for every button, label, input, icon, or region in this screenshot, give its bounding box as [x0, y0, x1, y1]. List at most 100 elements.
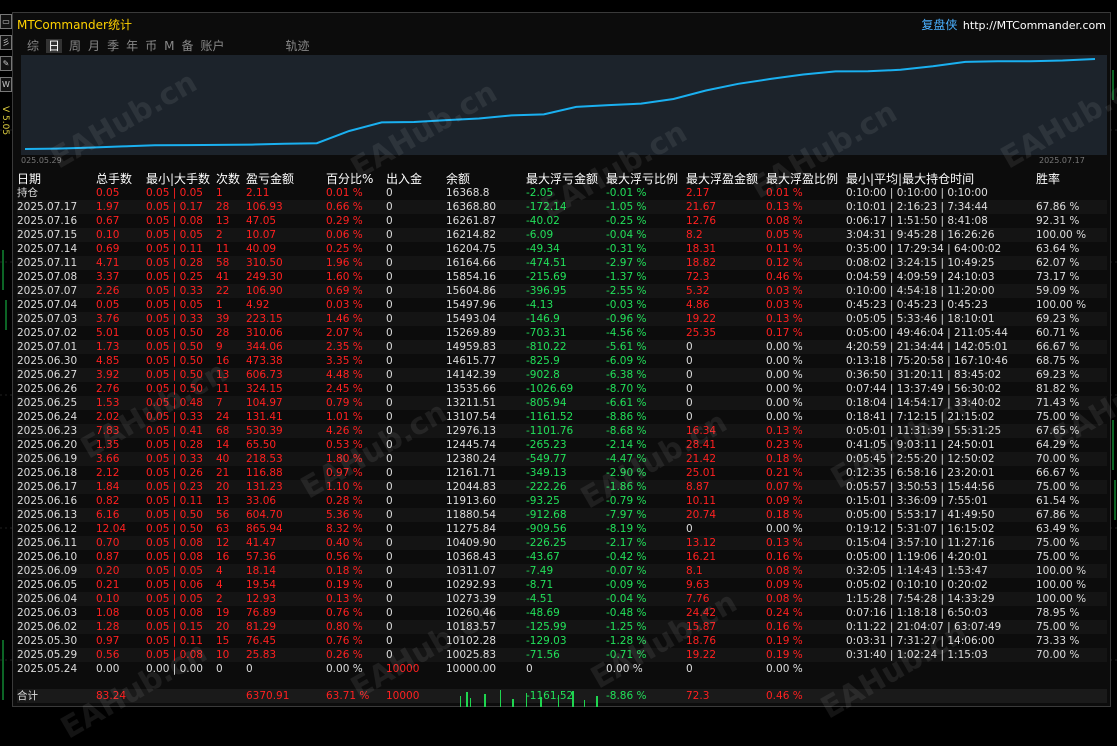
cell-max-float-profit: 15.87	[686, 621, 717, 633]
cell-max-float-profit: 12.76	[686, 215, 717, 227]
tab-1[interactable]: 日	[46, 39, 63, 53]
table-row: 2025.06.23 7.83 0.05 | 0.41 68 530.39 4.26 % 0…	[17, 424, 1107, 438]
cell-max-float-loss: -172.14	[526, 201, 567, 213]
cell-max-float-loss-pct: -0.01 %	[606, 187, 647, 199]
cell-max-float-loss: -7.49	[526, 565, 554, 577]
table-row: 2025.07.17 1.97 0.05 | 0.17 28 106.93 0.66 % 0…	[17, 200, 1107, 214]
header-max-float-loss-pct[interactable]: 最大浮亏比例	[606, 172, 684, 186]
table-row: 2025.07.14 0.69 0.05 | 0.11 11 40.09 0.25 % 0 1…	[17, 242, 1107, 256]
cell-max-float-loss: -825.9	[526, 355, 560, 367]
cell-max-float-loss-pct: -0.96 %	[606, 313, 647, 325]
cell-balance: 15497.96	[446, 299, 497, 311]
cell-balance: 15493.04	[446, 313, 497, 325]
cell-max-float-profit-pct: 0.03 %	[766, 285, 803, 297]
cell-total-lots: 0.69	[96, 243, 120, 255]
cell-total-lots: 2.76	[96, 383, 120, 395]
cell-pct: 0.26 %	[326, 649, 363, 661]
cell-max-float-profit: 16.34	[686, 425, 717, 437]
cell-deposit: 0	[386, 215, 393, 227]
cell-max-float-profit: 13.12	[686, 537, 717, 549]
table-header: 日期 总手数 最小|大手数 次数 盈亏金额 百分比% 出入金 余额 最大浮亏金额 最大浮亏比例 最大…	[17, 172, 1107, 186]
cell-count: 14	[216, 439, 230, 451]
cell-deposit: 0	[386, 257, 393, 269]
cell-count: 12	[216, 537, 230, 549]
tab-6[interactable]: 币	[145, 39, 157, 53]
cell-pl-amount: 57.36	[246, 551, 277, 563]
cell-max-float-loss: -4.13	[526, 299, 554, 311]
tab-8[interactable]: 备	[181, 39, 193, 53]
cell-date: 2025.05.29	[17, 649, 78, 661]
header-date[interactable]: 日期	[17, 172, 95, 186]
header-balance[interactable]: 余额	[446, 172, 524, 186]
cell-hold-time: 0:32:05 | 1:14:43 | 1:53:47	[846, 565, 988, 577]
tab-4[interactable]: 季	[107, 39, 119, 53]
cell-max-float-profit: 28.41	[686, 439, 717, 451]
tab-track[interactable]: 轨迹	[286, 39, 310, 53]
cell-total-lots: 0.56	[96, 649, 120, 661]
cell-max-float-profit: 18.76	[686, 635, 717, 647]
cell-count: 4	[216, 579, 223, 591]
header-max-float-profit[interactable]: 最大浮盈金额	[686, 172, 764, 186]
cell-pct: 0.53 %	[326, 439, 363, 451]
cell-deposit: 0	[386, 201, 393, 213]
cell-pct: 0.13 %	[326, 593, 363, 605]
tab-0[interactable]: 综	[27, 39, 39, 53]
cell-hold-time: 0:35:00 | 17:29:34 | 64:00:02	[846, 243, 1002, 255]
cell-min-max-lots: 0.05 | 0.05	[146, 187, 203, 199]
table-row: 2025.07.15 0.10 0.05 | 0.05 2 10.07 0.06 % 0 16…	[17, 228, 1107, 242]
cell-win-rate: 78.95 %	[1036, 607, 1080, 619]
tab-2[interactable]: 周	[69, 39, 81, 53]
edit-tool-icon[interactable]: ✎	[0, 56, 12, 71]
header-max-float-profit-pct[interactable]: 最大浮盈比例	[766, 172, 844, 186]
cell-deposit: 0	[386, 579, 393, 591]
rect-tool-icon[interactable]: ▭	[0, 14, 12, 29]
tab-7[interactable]: M	[164, 39, 174, 53]
cell-balance: 14615.77	[446, 355, 497, 367]
tab-9[interactable]: 账户	[200, 39, 224, 53]
brand-url[interactable]: http://MTCommander.com	[963, 19, 1106, 32]
cell-hold-time: 0:05:57 | 3:50:53 | 15:44:56	[846, 481, 995, 493]
cell-deposit: 0	[386, 439, 393, 451]
cell-count: 13	[216, 215, 230, 227]
brand[interactable]: 复盘侠 http://MTCommander.com	[921, 16, 1106, 33]
table-row: 2025.07.03 3.76 0.05 | 0.33 39 223.15 1.46 % 0…	[17, 312, 1107, 326]
tab-5[interactable]: 年	[126, 39, 138, 53]
total-label: 合计	[17, 690, 38, 702]
cell-max-float-profit-pct: 0.00 %	[766, 341, 803, 353]
label-tool-icon[interactable]: W	[0, 77, 12, 92]
cell-count: 28	[216, 327, 230, 339]
cell-max-float-profit-pct: 0.18 %	[766, 453, 803, 465]
cell-deposit: 0	[386, 383, 393, 395]
table-row: 2025.06.09 0.20 0.05 | 0.05 4 18.14 0.18 % 0 10…	[17, 564, 1107, 578]
cell-pct: 1.01 %	[326, 411, 363, 423]
cell-total-lots: 1.35	[96, 439, 120, 451]
stats-panel: MTCommander统计 复盘侠 http://MTCommander.com…	[12, 12, 1117, 746]
header-hold-time[interactable]: 最小|平均|最大持仓时间	[846, 172, 1034, 186]
cell-deposit: 0	[386, 313, 393, 325]
cell-pct: 0.01 %	[326, 187, 363, 199]
cell-pct: 0.00 %	[326, 663, 363, 675]
cell-hold-time: 0:10:01 | 2:16:23 | 7:34:44	[846, 201, 988, 213]
equity-line	[24, 58, 1096, 150]
header-count[interactable]: 次数	[216, 172, 244, 186]
tab-3[interactable]: 月	[88, 39, 100, 53]
header-total-lots[interactable]: 总手数	[96, 172, 144, 186]
header-pct[interactable]: 百分比%	[326, 172, 384, 186]
chart-start-date: 025.05.29	[21, 156, 62, 165]
cell-pl-amount: 310.50	[246, 257, 283, 269]
cell-total-lots: 0.87	[96, 551, 120, 563]
cell-hold-time: 0:05:00 | 1:19:06 | 4:20:01	[846, 551, 988, 563]
header-max-float-loss[interactable]: 最大浮亏金额	[526, 172, 604, 186]
cell-deposit: 0	[386, 243, 393, 255]
image-tool-icon[interactable]: 彡	[0, 35, 12, 50]
cell-pct: 0.69 %	[326, 285, 363, 297]
header-deposit[interactable]: 出入金	[386, 172, 444, 186]
header-min-max-lots[interactable]: 最小|大手数	[146, 172, 214, 186]
header-pl-amount[interactable]: 盈亏金额	[246, 172, 324, 186]
header-win-rate[interactable]: 胜率	[1036, 172, 1106, 186]
cell-max-float-loss: -226.25	[526, 537, 567, 549]
cell-max-float-loss: -43.67	[526, 551, 560, 563]
cell-date: 2025.05.30	[17, 635, 78, 647]
cell-total-lots: 0.10	[96, 593, 120, 605]
cell-max-float-loss-pct: -0.71 %	[606, 649, 647, 661]
